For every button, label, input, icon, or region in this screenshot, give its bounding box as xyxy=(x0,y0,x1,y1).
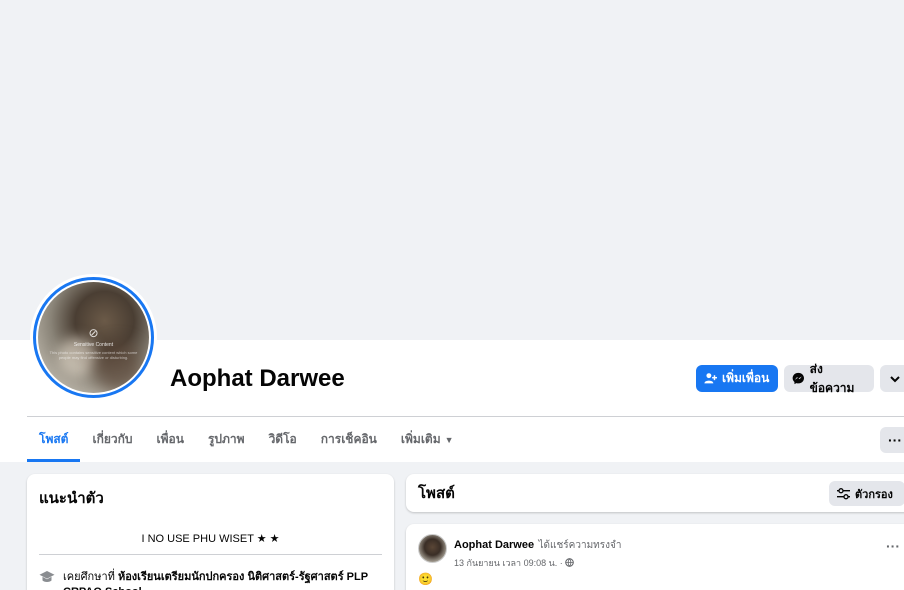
post-card: Aophat Darwee ได้แชร์ความทรงจำ 13 กันยาย… xyxy=(406,524,904,590)
profile-tabs: โพสต์ เกี่ยวกับ เพื่อน รูปภาพ วิดีโอ การ… xyxy=(27,417,466,462)
tab-videos[interactable]: วิดีโอ xyxy=(257,417,309,462)
avatar-image: ⊘ Sensitive Content This photo contains … xyxy=(38,282,149,393)
intro-bio: I NO USE PHU WISET ★ ★ xyxy=(141,533,280,545)
more-horizontal-icon: ··· xyxy=(888,432,902,448)
add-friend-button[interactable]: เพิ่มเพื่อน xyxy=(696,365,778,392)
eye-slash-icon: ⊘ xyxy=(88,326,99,340)
post-author-name[interactable]: Aophat Darwee xyxy=(454,539,534,551)
post-meta: Aophat Darwee ได้แชร์ความทรงจำ 13 กันยาย… xyxy=(454,535,622,570)
profile-avatar[interactable]: ⊘ Sensitive Content This photo contains … xyxy=(30,274,157,401)
post-author-avatar[interactable] xyxy=(418,534,447,563)
tab-about[interactable]: เกี่ยวกับ xyxy=(80,417,144,462)
tab-friends[interactable]: เพื่อน xyxy=(145,417,196,462)
tab-posts[interactable]: โพสต์ xyxy=(27,417,81,462)
graduation-cap-icon xyxy=(39,570,55,590)
posts-title: โพสต์ xyxy=(418,485,455,502)
tab-more[interactable]: เพิ่มเติม ▼ xyxy=(389,417,466,462)
add-friend-label: เพิ่มเพื่อน xyxy=(722,371,770,385)
sensitive-title: Sensitive Content xyxy=(73,342,114,348)
intro-card: แนะนำตัว I NO USE PHU WISET ★ ★ เคยศึกษา… xyxy=(27,474,394,590)
filter-label: ตัวกรอง xyxy=(855,488,893,501)
tab-checkins[interactable]: การเช็คอิน xyxy=(309,417,389,462)
post-options-button[interactable]: ··· xyxy=(886,538,900,554)
education-item: เคยศึกษาที่ ห้องเรียนเตรียมนักปกครอง นิต… xyxy=(39,570,382,590)
messenger-icon xyxy=(792,372,804,385)
chevron-down-icon xyxy=(890,375,900,382)
sliders-icon xyxy=(837,487,850,499)
tabs-more-options-button[interactable]: ··· xyxy=(880,427,904,453)
education-prefix: เคยศึกษาที่ xyxy=(63,571,118,583)
posts-header-card: โพสต์ ตัวกรอง xyxy=(406,474,904,512)
globe-icon xyxy=(565,558,575,568)
more-actions-button[interactable] xyxy=(880,365,904,392)
intro-title: แนะนำตัว xyxy=(39,490,104,507)
post-timestamp[interactable]: 13 กันยายน เวลา 09:08 น. · xyxy=(454,558,563,568)
cover-photo[interactable] xyxy=(3,0,904,340)
add-person-icon xyxy=(704,373,717,384)
tab-photos[interactable]: รูปภาพ xyxy=(196,417,257,462)
message-label: ส่งข้อความ xyxy=(809,361,855,395)
post-content: 🙂 xyxy=(418,572,433,586)
story-ring: ⊘ Sensitive Content This photo contains … xyxy=(33,277,154,398)
profile-name: Aophat Darwee xyxy=(170,365,345,392)
intro-divider xyxy=(39,554,382,555)
sensitive-text: This photo contains sensitive content wh… xyxy=(49,350,138,360)
caret-down-icon: ▼ xyxy=(444,434,454,445)
message-button[interactable]: ส่งข้อความ xyxy=(784,362,874,395)
filter-button[interactable]: ตัวกรอง xyxy=(829,481,904,506)
post-action-text: ได้แชร์ความทรงจำ xyxy=(538,540,622,551)
